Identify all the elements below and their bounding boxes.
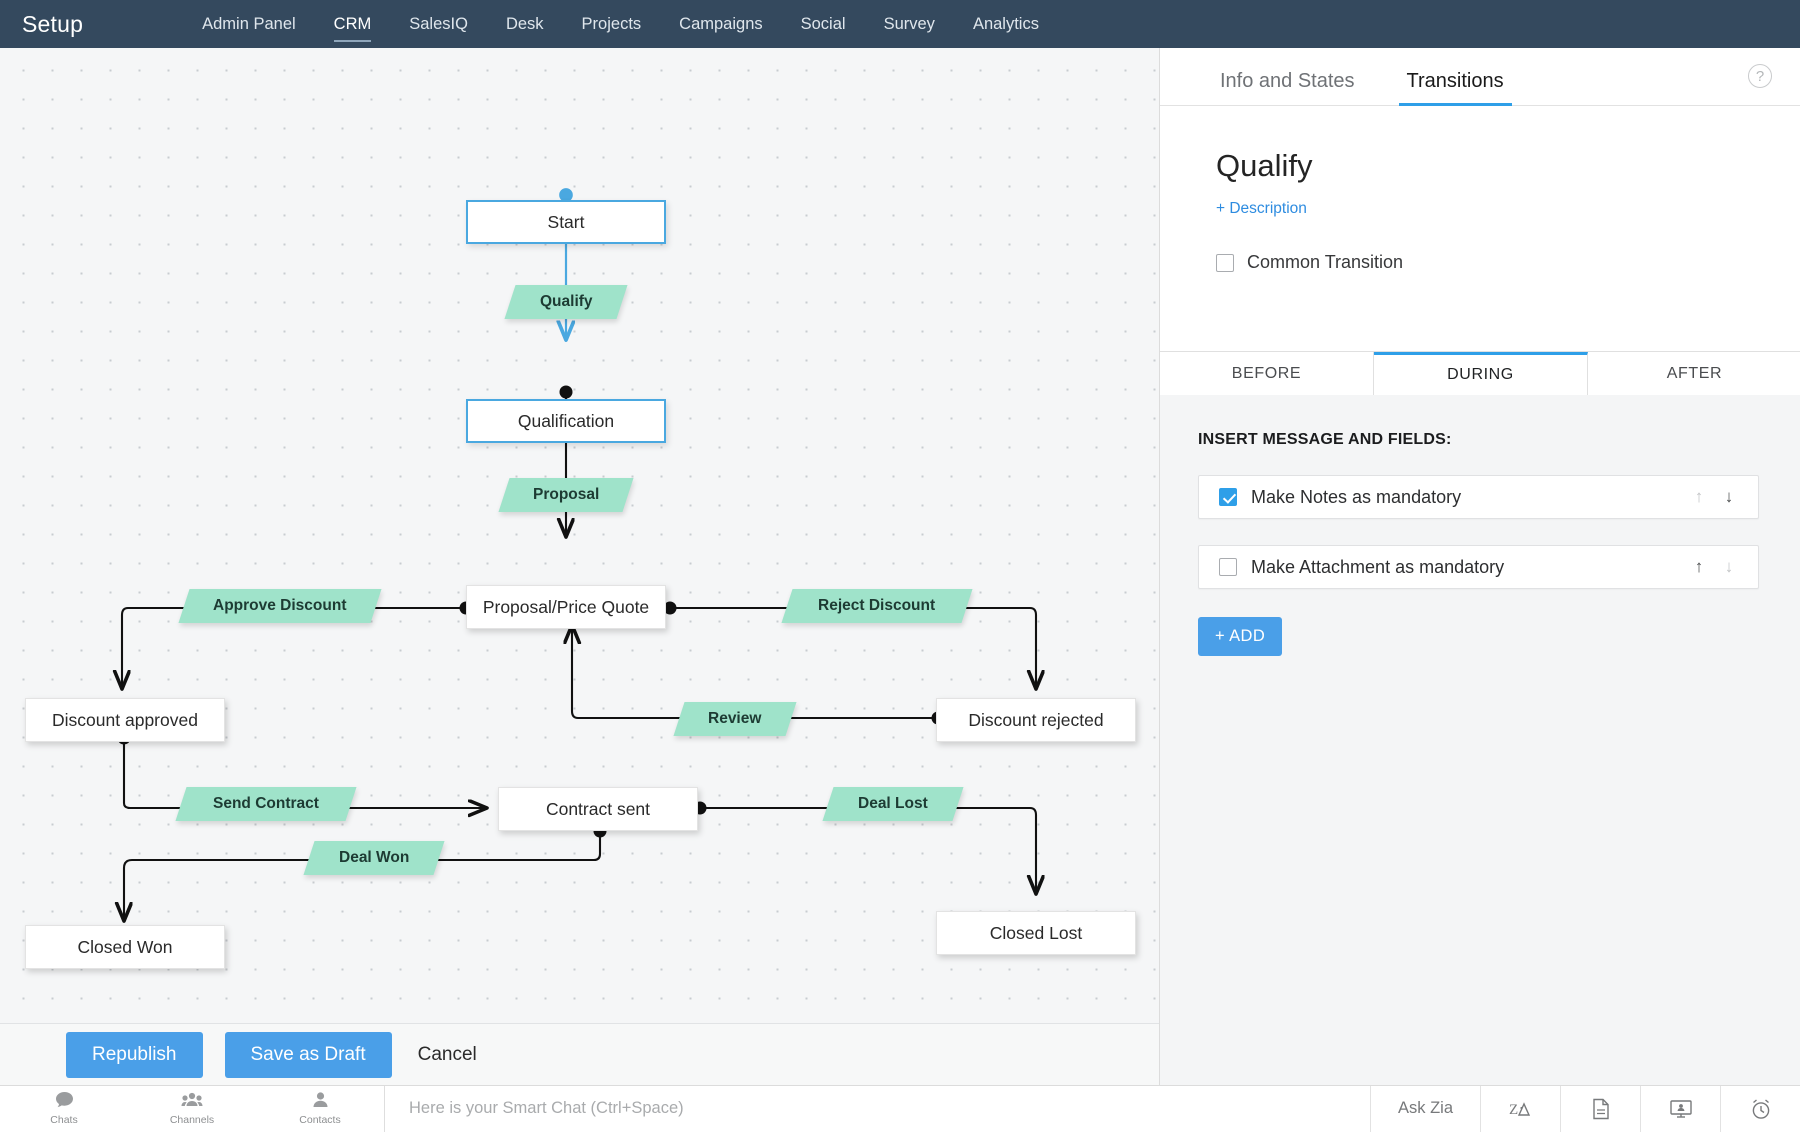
nav-item-analytics[interactable]: Analytics	[954, 0, 1058, 48]
node-discount-approved-label: Discount approved	[52, 710, 198, 731]
node-discount-approved[interactable]: Discount approved	[25, 698, 225, 742]
taskbar-item-contacts-label: Contacts	[299, 1114, 340, 1126]
transition-deal-won-label: Deal Won	[339, 849, 409, 867]
nav-item-admin-panel[interactable]: Admin Panel	[183, 0, 315, 48]
phase-tab-before[interactable]: BEFORE	[1160, 352, 1374, 395]
nav-item-salesiq[interactable]: SalesIQ	[390, 0, 487, 48]
transition-deal-won[interactable]: Deal Won	[303, 841, 444, 875]
node-closed-lost-label: Closed Lost	[990, 923, 1082, 944]
chat-icon	[55, 1091, 74, 1113]
top-navigation-bar: Setup Admin Panel CRM SalesIQ Desk Proje…	[0, 0, 1800, 48]
transition-review-label: Review	[708, 710, 761, 728]
node-proposal-price-quote-label: Proposal/Price Quote	[483, 597, 649, 618]
transition-qualify-label: Qualify	[540, 293, 593, 311]
insert-message-fields-label: INSERT MESSAGE AND FIELDS:	[1198, 431, 1759, 449]
nav-item-social[interactable]: Social	[782, 0, 865, 48]
make-notes-mandatory-label: Make Notes as mandatory	[1251, 487, 1684, 508]
clock-icon[interactable]	[1720, 1086, 1800, 1132]
taskbar-item-chats-label: Chats	[50, 1114, 77, 1126]
node-contract-sent[interactable]: Contract sent	[498, 787, 698, 831]
phase-tab-during[interactable]: DURING	[1374, 352, 1588, 395]
nav-item-crm[interactable]: CRM	[315, 0, 391, 48]
transition-approve-discount[interactable]: Approve Discount	[178, 589, 381, 623]
nav-item-desk[interactable]: Desk	[487, 0, 563, 48]
add-field-button[interactable]: + ADD	[1198, 617, 1282, 656]
taskbar-item-contacts[interactable]: Contacts	[256, 1086, 384, 1132]
tab-transitions[interactable]: Transitions	[1403, 70, 1508, 105]
transition-send-contract[interactable]: Send Contract	[175, 787, 356, 821]
zia-icon[interactable]: Z	[1480, 1086, 1560, 1132]
field-row-notes[interactable]: Make Notes as mandatory ↑ ↓	[1198, 475, 1759, 519]
transition-send-contract-label: Send Contract	[213, 795, 319, 813]
svg-text:Z: Z	[1509, 1102, 1518, 1118]
node-qualification-label: Qualification	[518, 411, 614, 432]
node-closed-won-label: Closed Won	[77, 937, 172, 958]
phase-tab-after[interactable]: AFTER	[1588, 352, 1800, 395]
transition-deal-lost[interactable]: Deal Lost	[822, 787, 963, 821]
add-description-link[interactable]: + Description	[1216, 200, 1307, 218]
node-closed-lost[interactable]: Closed Lost	[936, 911, 1136, 955]
node-discount-rejected-label: Discount rejected	[968, 710, 1103, 731]
common-transition-row: Common Transition	[1216, 252, 1800, 273]
page-title: Qualify	[1216, 148, 1800, 184]
node-contract-sent-label: Contract sent	[546, 799, 650, 820]
nav-item-survey[interactable]: Survey	[865, 0, 954, 48]
panel-header: Qualify + Description Common Transition	[1160, 106, 1800, 273]
field-row-attachment[interactable]: Make Attachment as mandatory ↑ ↓	[1198, 545, 1759, 589]
node-start-label: Start	[548, 212, 585, 233]
save-as-draft-button[interactable]: Save as Draft	[225, 1032, 392, 1078]
document-icon[interactable]	[1560, 1086, 1640, 1132]
phase-tab-bar: BEFORE DURING AFTER	[1160, 351, 1800, 395]
make-notes-mandatory-checkbox[interactable]	[1219, 488, 1237, 506]
setup-brand-label: Setup	[22, 11, 83, 38]
node-qualification[interactable]: Qualification	[466, 399, 666, 443]
make-attachment-mandatory-checkbox[interactable]	[1219, 558, 1237, 576]
taskbar-item-channels-label: Channels	[170, 1114, 214, 1126]
transition-reject-discount[interactable]: Reject Discount	[781, 589, 972, 623]
transition-proposal-label: Proposal	[533, 486, 599, 504]
nav-item-projects[interactable]: Projects	[563, 0, 661, 48]
move-up-icon[interactable]: ↑	[1684, 557, 1714, 577]
presentation-icon[interactable]	[1640, 1086, 1720, 1132]
taskbar-item-chats[interactable]: Chats	[0, 1086, 128, 1132]
transition-deal-lost-label: Deal Lost	[858, 795, 928, 813]
blueprint-canvas[interactable]: Start Qualification Proposal/Price Quote…	[0, 48, 1159, 1023]
transition-proposal[interactable]: Proposal	[498, 478, 633, 512]
move-down-icon[interactable]: ↓	[1714, 557, 1744, 577]
cancel-button[interactable]: Cancel	[414, 1038, 481, 1072]
transition-details-panel: Info and States Transitions ? Qualify + …	[1159, 48, 1800, 1085]
transition-review[interactable]: Review	[673, 702, 796, 736]
common-transition-label: Common Transition	[1247, 252, 1403, 273]
smart-chat-input[interactable]: Here is your Smart Chat (Ctrl+Space)	[385, 1099, 1370, 1118]
help-icon[interactable]: ?	[1748, 64, 1772, 88]
node-start[interactable]: Start	[466, 200, 666, 244]
tab-info-and-states[interactable]: Info and States	[1216, 70, 1359, 105]
move-down-icon[interactable]: ↓	[1714, 487, 1744, 507]
contacts-icon	[312, 1091, 329, 1113]
channels-icon	[181, 1091, 203, 1113]
top-nav-items: Admin Panel CRM SalesIQ Desk Projects Ca…	[183, 0, 1058, 48]
flow-connectors	[0, 48, 1159, 1023]
transition-reject-discount-label: Reject Discount	[818, 597, 935, 615]
node-proposal-price-quote[interactable]: Proposal/Price Quote	[466, 585, 666, 629]
node-closed-won[interactable]: Closed Won	[25, 925, 225, 969]
republish-button[interactable]: Republish	[66, 1032, 203, 1078]
transition-qualify[interactable]: Qualify	[504, 285, 627, 319]
nav-item-campaigns[interactable]: Campaigns	[660, 0, 781, 48]
canvas-footer-actions: Republish Save as Draft Cancel	[0, 1023, 1159, 1085]
ask-zia-button[interactable]: Ask Zia	[1370, 1086, 1480, 1132]
phase-content: INSERT MESSAGE AND FIELDS: Make Notes as…	[1160, 395, 1800, 1085]
taskbar-item-channels[interactable]: Channels	[128, 1086, 256, 1132]
common-transition-checkbox[interactable]	[1216, 254, 1234, 272]
make-attachment-mandatory-label: Make Attachment as mandatory	[1251, 557, 1684, 578]
panel-tab-bar: Info and States Transitions ?	[1160, 48, 1800, 106]
move-up-icon[interactable]: ↑	[1684, 487, 1714, 507]
node-discount-rejected[interactable]: Discount rejected	[936, 698, 1136, 742]
transition-approve-discount-label: Approve Discount	[213, 597, 346, 615]
bottom-taskbar: Chats Channels Contacts Here is your Sma…	[0, 1085, 1800, 1131]
